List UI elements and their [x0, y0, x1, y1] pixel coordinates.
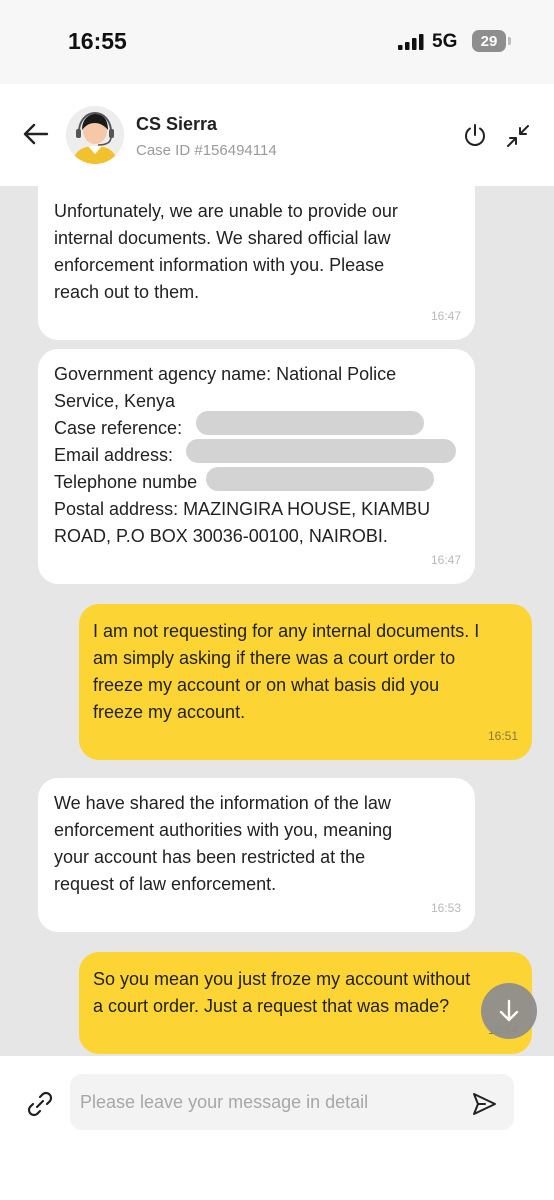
redaction-mark — [186, 439, 456, 463]
agent-name: CS Sierra — [136, 114, 218, 134]
redaction-mark — [206, 467, 434, 491]
scroll-down-button[interactable] — [481, 983, 537, 1039]
send-icon[interactable] — [470, 1090, 498, 1118]
message-bubble-user: So you mean you just froze my account wi… — [79, 952, 532, 1054]
message-input-placeholder: Please leave your message in detail — [80, 1091, 369, 1112]
message-bubble-agent: We have shared the information of the la… — [38, 778, 475, 932]
chat-header: CS Sierra Case ID #156494114 — [0, 84, 554, 186]
link-icon[interactable] — [24, 1088, 56, 1120]
battery-level: 29 — [480, 32, 498, 50]
scroll-down-icon — [499, 999, 519, 1022]
power-icon[interactable] — [462, 122, 488, 148]
back-arrow-icon[interactable] — [20, 118, 52, 150]
message-text: So you mean you just froze my account wi… — [93, 969, 471, 1016]
status-time: 16:55 — [68, 28, 127, 54]
case-id: Case ID #156494114 — [136, 142, 277, 159]
message-time: 16:53 — [430, 901, 461, 915]
message-bubble-agent: Government agency name: National Police … — [38, 349, 475, 584]
signal-icon — [398, 34, 424, 50]
message-text: We have shared the information of the la… — [54, 793, 393, 894]
message-bubble-user: I am not requesting for any internal doc… — [79, 604, 532, 760]
agent-avatar-icon — [66, 106, 124, 164]
redaction-mark — [196, 411, 424, 435]
input-bar: Please leave your message in detail — [0, 1056, 554, 1200]
message-bubble-agent: Unfortunately, we are unable to provide … — [38, 186, 475, 340]
agent-avatar-graphic — [66, 106, 124, 164]
message-time: 16:51 — [487, 729, 518, 743]
battery-icon: 29 — [472, 30, 506, 52]
message-text: Unfortunately, we are unable to provide … — [54, 201, 398, 302]
minimize-icon[interactable] — [504, 122, 532, 150]
message-time: 16:47 — [430, 309, 461, 323]
network-label: 5G — [432, 31, 458, 52]
status-bar: 16:55 5G 29 — [0, 0, 554, 84]
battery-cap — [508, 37, 511, 45]
message-time: 16:47 — [430, 553, 461, 567]
message-text: I am not requesting for any internal doc… — [93, 621, 480, 722]
message-input[interactable]: Please leave your message in detail — [70, 1074, 514, 1130]
message-list[interactable]: Unfortunately, we are unable to provide … — [0, 186, 554, 1054]
